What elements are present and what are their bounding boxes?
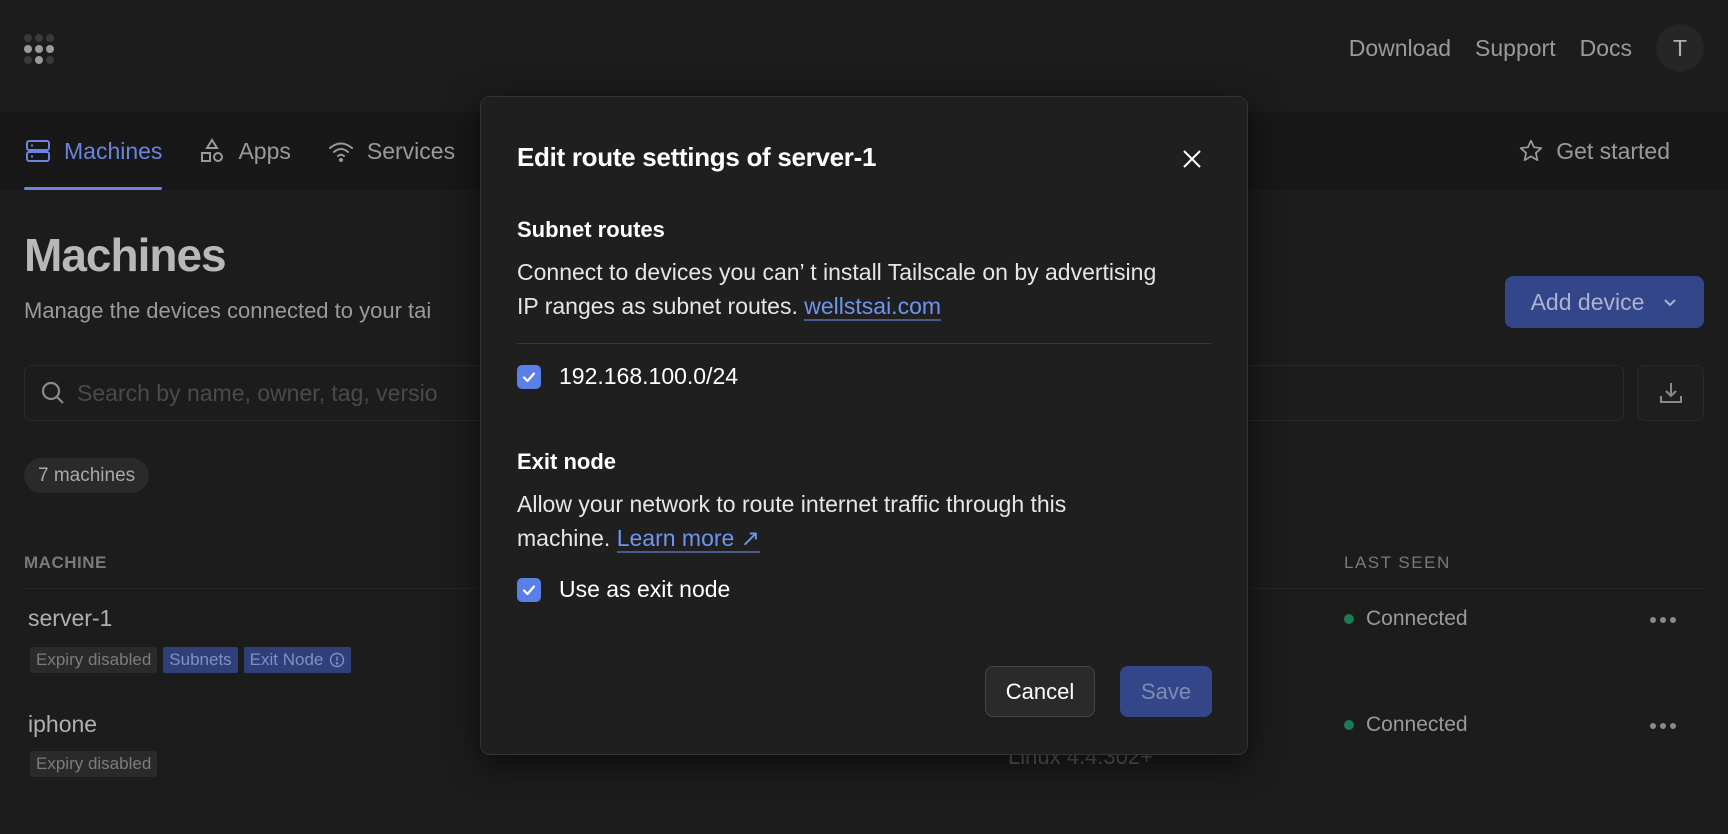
dialog-title: Edit route settings of server-1: [517, 142, 877, 172]
exit-node-label: Use as exit node: [559, 576, 731, 602]
learn-more-link[interactable]: Learn more ↗: [616, 525, 760, 553]
route-cidr: 192.168.100.0/24: [559, 363, 739, 389]
exit-node-heading: Exit node: [517, 449, 617, 474]
subnet-routes-description: Connect to devices you can’ t install Ta…: [517, 255, 1157, 323]
check-icon: [522, 584, 536, 595]
route-checkbox[interactable]: [517, 364, 541, 389]
exit-node-description: Allow your network to route internet tra…: [517, 487, 1157, 555]
exit-node-option[interactable]: Use as exit node: [517, 576, 730, 603]
close-button[interactable]: [1174, 141, 1210, 177]
description-text: Allow your network to route internet tra…: [517, 491, 1067, 551]
section-divider: [517, 343, 1211, 344]
subnet-routes-heading: Subnet routes: [517, 217, 665, 242]
check-icon: [522, 371, 536, 382]
cancel-button[interactable]: Cancel: [985, 666, 1095, 717]
subnet-docs-link[interactable]: wellstsai.com: [804, 293, 942, 321]
route-option[interactable]: 192.168.100.0/24: [517, 363, 738, 390]
save-button[interactable]: Save: [1120, 666, 1212, 717]
exit-node-checkbox[interactable]: [517, 577, 541, 602]
close-icon: [1183, 150, 1201, 168]
edit-route-dialog: Edit route settings of server-1 Subnet r…: [480, 96, 1248, 755]
